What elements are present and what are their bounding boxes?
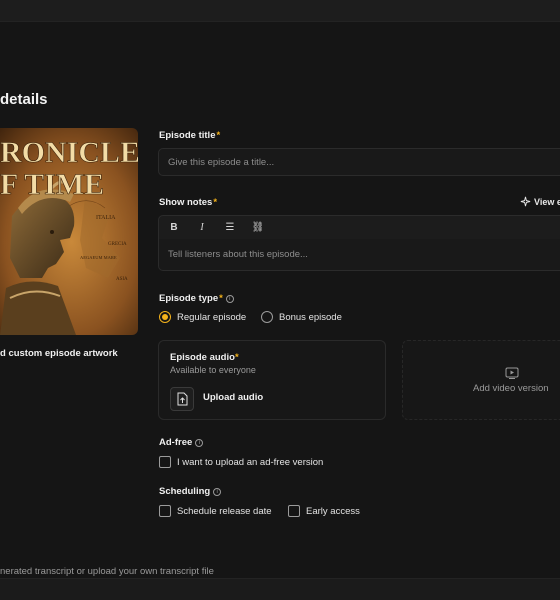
early-access-checkbox[interactable]	[288, 505, 300, 517]
episode-audio-subtitle: Available to everyone	[170, 365, 256, 375]
radio-label: Regular episode	[177, 311, 247, 323]
upload-audio-label[interactable]: Upload audio	[203, 392, 263, 403]
top-bar	[0, 0, 560, 22]
upload-audio-button[interactable]	[170, 387, 194, 411]
schedule-release-row[interactable]: Schedule release date	[159, 505, 272, 517]
scheduling-label: Scheduling i	[159, 486, 222, 497]
info-icon[interactable]: i	[225, 295, 234, 303]
add-video-card[interactable]: Add video version	[402, 340, 560, 420]
ad-free-label-text: Ad-free	[159, 437, 193, 448]
map-label: AEGAEUM MARE	[80, 255, 117, 260]
video-icon	[505, 367, 519, 379]
artwork-title-line1: RONICLES	[0, 136, 138, 169]
add-video-label: Add video version	[473, 383, 549, 394]
episode-title-label: Episode title*	[159, 130, 220, 141]
early-access-row[interactable]: Early access	[288, 505, 360, 517]
required-marker: *	[213, 197, 218, 208]
show-notes-label-text: Show notes	[159, 197, 213, 208]
map-label: GRECIA	[108, 242, 127, 247]
show-notes-placeholder: Tell listeners about this episode...	[168, 249, 308, 260]
radio-label: Bonus episode	[279, 311, 342, 323]
radio-selected-icon[interactable]	[159, 311, 171, 323]
show-notes-label: Show notes*	[159, 197, 217, 208]
info-icon[interactable]: i	[195, 439, 204, 447]
italic-icon[interactable]: I	[193, 219, 211, 237]
ad-free-label: Ad-free i	[159, 437, 204, 448]
artwork-image: ITALIA GRECIA AEGAEUM MARE ASIA RONICLES…	[0, 128, 138, 335]
artwork-caption[interactable]: d custom episode artwork	[0, 348, 118, 359]
notes-toolbar: B I ☰ ⛓	[158, 215, 560, 240]
episode-artwork[interactable]: ITALIA GRECIA AEGAEUM MARE ASIA RONICLES…	[0, 128, 138, 335]
episode-audio-title-text: Episode audio	[170, 352, 235, 363]
episode-title-label-text: Episode title	[159, 130, 216, 141]
episode-audio-title: Episode audio*	[170, 352, 239, 363]
artwork-title-line2: F TIME	[0, 168, 104, 201]
episode-title-placeholder: Give this episode a title...	[168, 156, 275, 168]
view-example-text: View e	[534, 196, 560, 207]
bold-icon[interactable]: B	[165, 219, 183, 237]
schedule-release-label: Schedule release date	[177, 505, 272, 517]
bottom-bar	[0, 578, 560, 600]
ad-free-checkbox[interactable]	[159, 456, 171, 468]
upload-file-icon	[177, 392, 188, 406]
show-notes-input[interactable]: Tell listeners about this episode...	[158, 239, 560, 271]
view-example-link[interactable]: View e	[520, 196, 560, 207]
episode-type-label: Episode type* i	[159, 293, 234, 304]
radio-bonus-episode[interactable]: Bonus episode	[261, 311, 342, 323]
schedule-release-checkbox[interactable]	[159, 505, 171, 517]
episode-audio-card: Episode audio* Available to everyone Upl…	[158, 340, 386, 420]
radio-regular-episode[interactable]: Regular episode	[159, 311, 246, 323]
map-label: ITALIA	[96, 215, 116, 221]
required-marker: *	[216, 130, 221, 141]
required-marker: *	[219, 293, 223, 304]
ad-free-checkbox-row[interactable]: I want to upload an ad-free version	[159, 456, 323, 468]
early-access-label: Early access	[306, 505, 360, 517]
map-label: ASIA	[116, 277, 128, 282]
episode-title-input[interactable]: Give this episode a title...	[158, 148, 560, 176]
section-title: details	[0, 91, 48, 108]
ad-free-checkbox-label: I want to upload an ad-free version	[177, 456, 324, 468]
radio-unselected-icon[interactable]	[261, 311, 273, 323]
transcript-hint: nerated transcript or upload your own tr…	[0, 566, 214, 577]
episode-type-label-text: Episode type	[159, 293, 219, 304]
required-marker: *	[234, 352, 239, 363]
info-icon[interactable]: i	[213, 488, 222, 496]
list-icon[interactable]: ☰	[221, 219, 239, 237]
sparkle-icon	[520, 196, 531, 207]
scheduling-label-text: Scheduling	[159, 486, 211, 497]
link-icon[interactable]: ⛓	[249, 219, 267, 237]
